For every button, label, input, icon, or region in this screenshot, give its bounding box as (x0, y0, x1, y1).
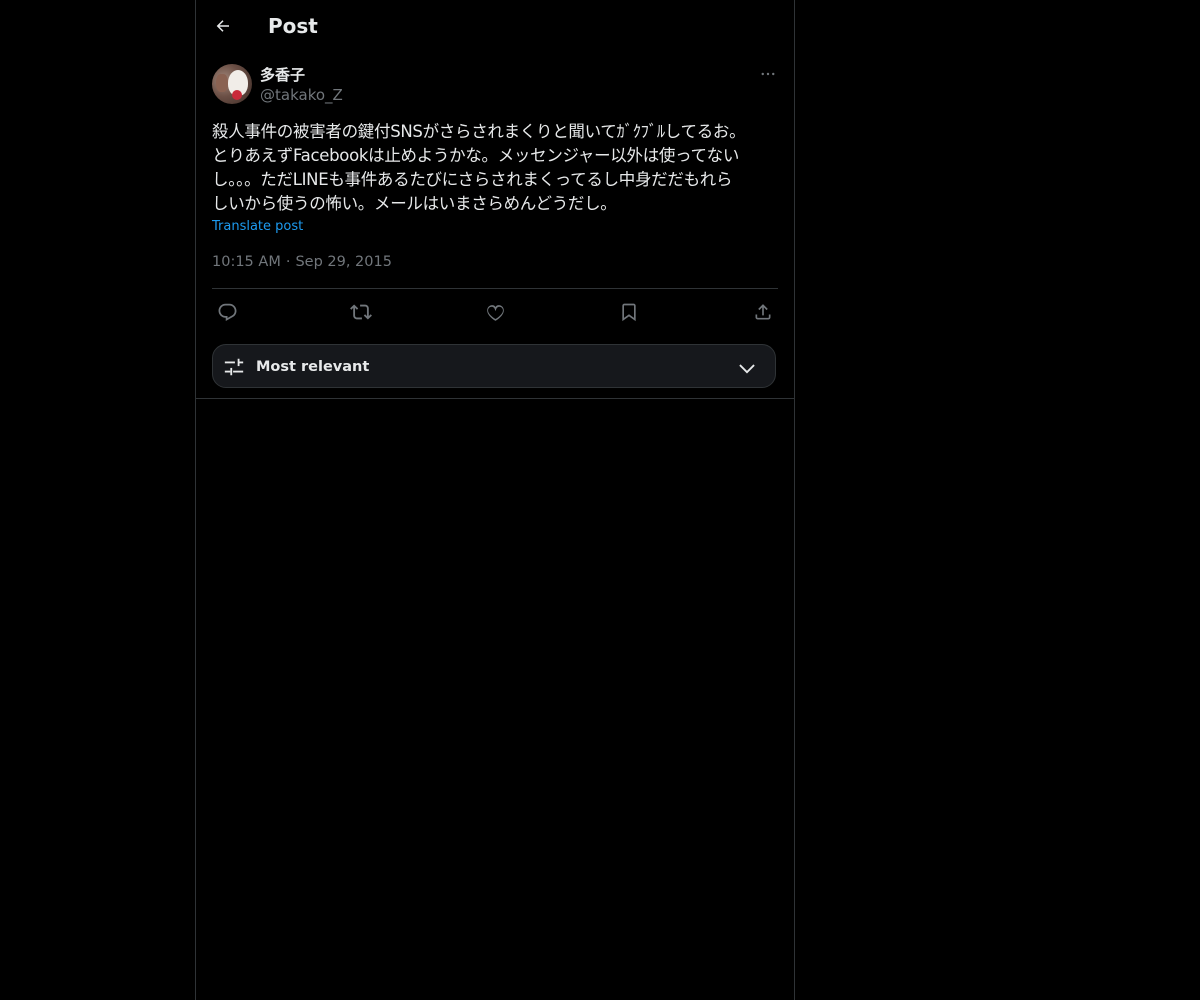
heart-icon (486, 304, 504, 321)
reply-sort-dropdown[interactable]: Most relevant (212, 344, 776, 388)
share-button[interactable] (748, 299, 778, 325)
bookmark-button[interactable] (614, 299, 644, 325)
more-horizontal-icon (761, 72, 775, 76)
author-handle[interactable]: @takako_Z (260, 85, 343, 105)
author-display-name[interactable]: 多香子 (260, 65, 305, 85)
page-title: Post (268, 14, 318, 38)
post-text: 殺人事件の被害者の鍵付SNSがさらされまくりと聞いてｶﾞｸﾌﾞﾙしてるお。 とり… (212, 122, 746, 213)
post-date: Sep 29, 2015 (295, 254, 392, 270)
share-icon (755, 304, 771, 320)
separator-dot: · (285, 254, 291, 270)
like-button[interactable] (480, 299, 510, 325)
sort-label: Most relevant (256, 359, 370, 375)
action-bar (212, 299, 778, 325)
chevron-down-icon (739, 364, 755, 374)
divider (212, 288, 778, 289)
post-time: 10:15 AM (212, 254, 281, 270)
arrow-left-icon (216, 20, 229, 32)
author-row: 多香子 @takako_Z (212, 64, 778, 106)
avatar[interactable] (212, 64, 252, 104)
translate-post-link[interactable]: Translate post (212, 218, 303, 236)
more-options-button[interactable] (758, 64, 778, 84)
reply-button[interactable] (212, 299, 242, 325)
post-timestamp[interactable]: 10:15 AM · Sep 29, 2015 (212, 252, 392, 272)
back-button[interactable] (208, 11, 238, 41)
bookmark-icon (622, 303, 636, 322)
post-header: Post (196, 0, 794, 53)
sliders-icon (224, 358, 244, 376)
repost-button[interactable] (346, 299, 376, 325)
repost-icon (350, 304, 372, 320)
section-divider (196, 398, 794, 399)
reply-icon (218, 303, 236, 321)
main-column: Post 多香子 @takako_Z 殺人事件の被害者の鍵付SNSがさらされまく… (195, 0, 795, 1000)
